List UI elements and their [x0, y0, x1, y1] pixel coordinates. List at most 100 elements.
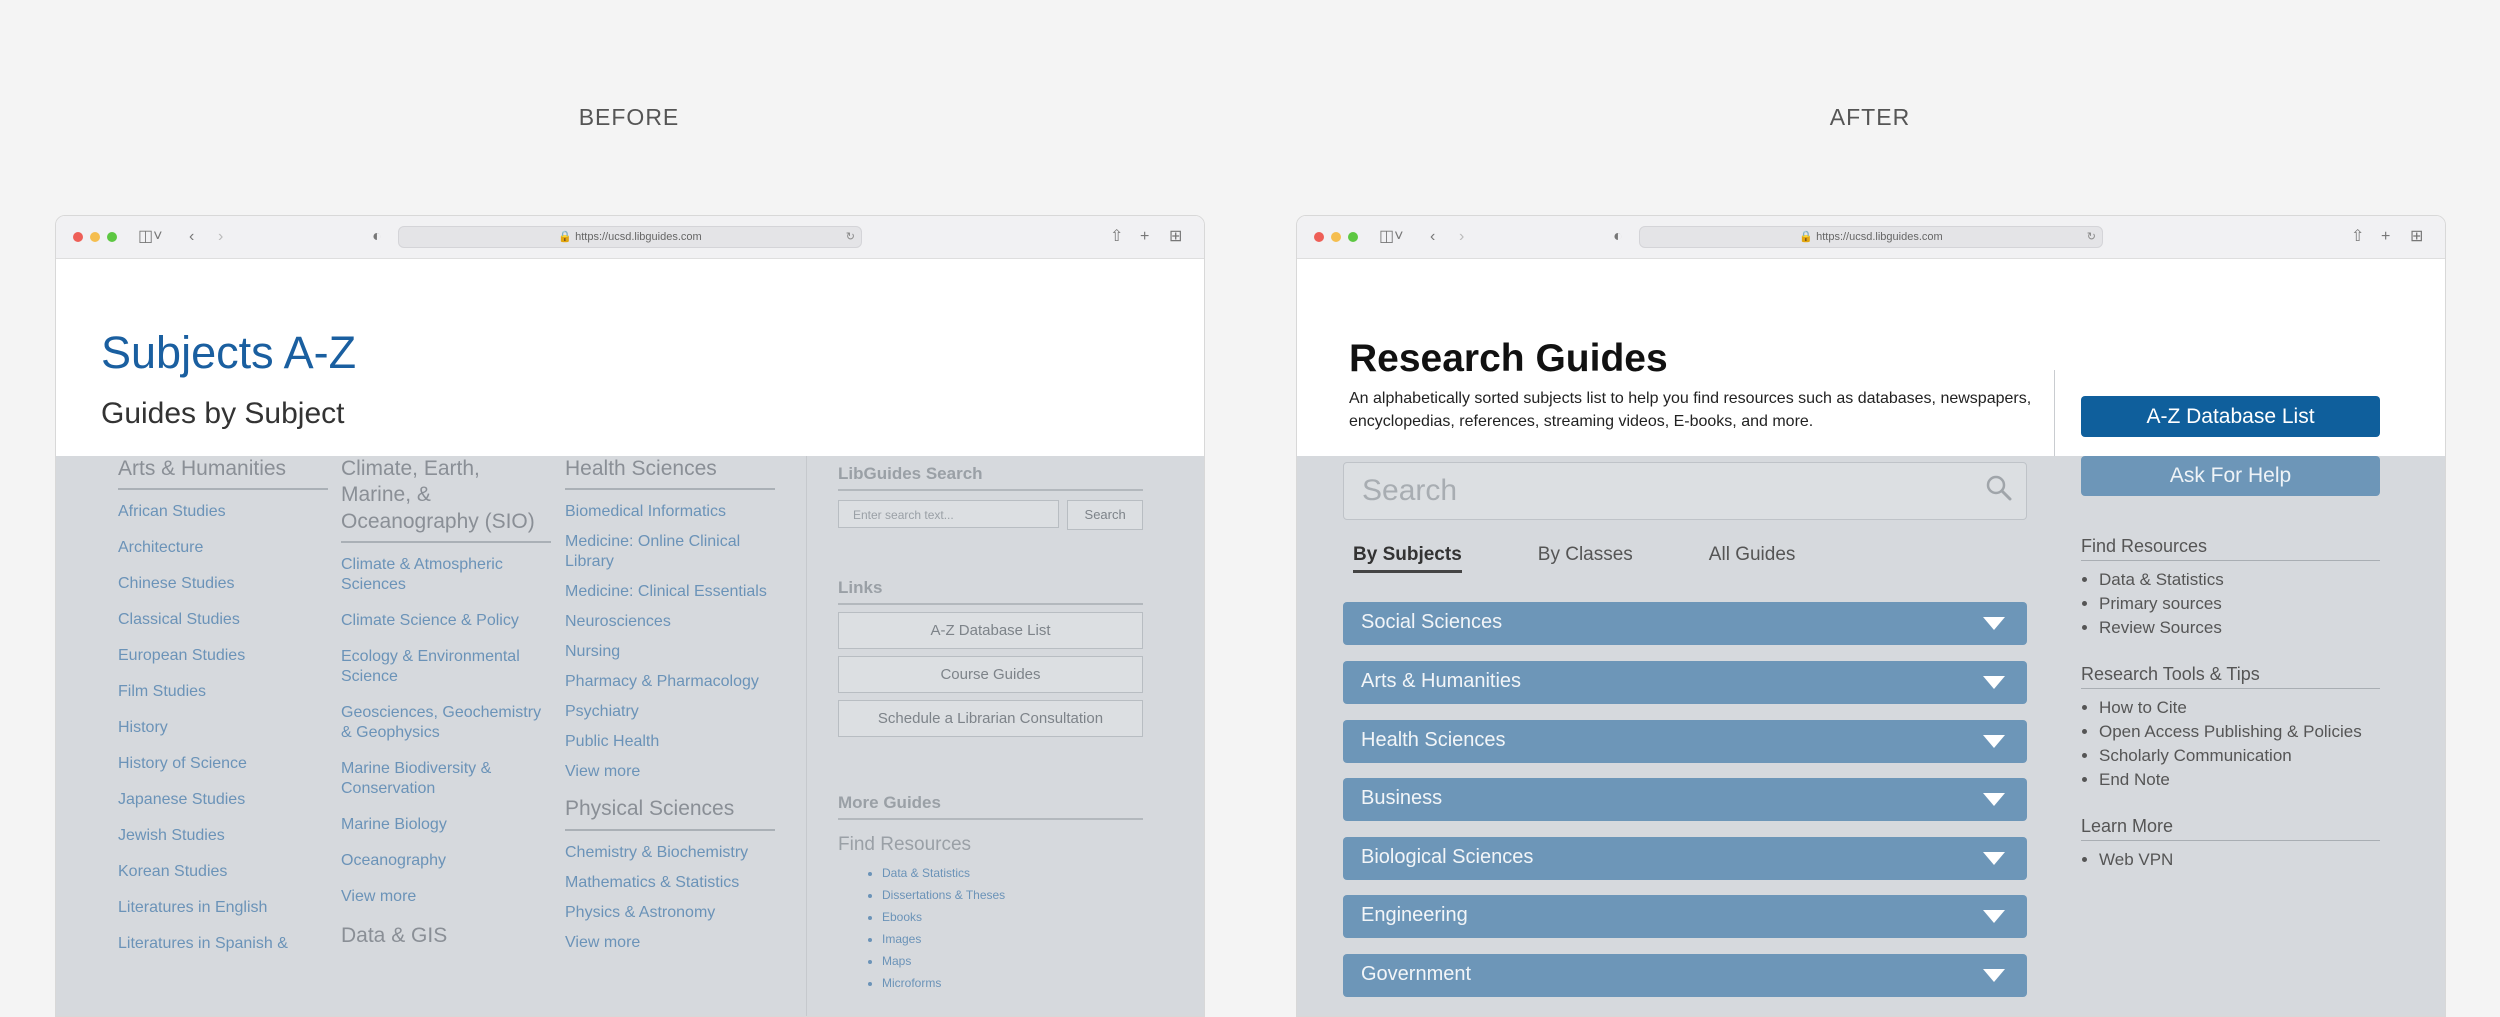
- address-bar[interactable]: 🔒 https://ucsd.libguides.com ↻: [398, 226, 862, 248]
- forward-arrow-icon[interactable]: ›: [218, 227, 223, 247]
- subject-link[interactable]: Jewish Studies: [118, 826, 328, 846]
- subject-link[interactable]: Film Studies: [118, 682, 328, 702]
- subject-link[interactable]: Marine Biology: [341, 815, 551, 835]
- back-arrow-icon[interactable]: ‹: [189, 227, 194, 247]
- tab-overview-icon[interactable]: ⊞: [2410, 227, 2423, 247]
- subject-link[interactable]: Korean Studies: [118, 862, 328, 882]
- list-item[interactable]: Images: [882, 932, 1143, 946]
- search-field[interactable]: Search: [1343, 462, 2027, 520]
- subject-link[interactable]: Neurosciences: [565, 612, 775, 632]
- sidebar-toggle-icon[interactable]: ◫˅: [138, 227, 162, 247]
- accordion-business[interactable]: Business: [1343, 778, 2027, 821]
- subject-link[interactable]: Climate Science & Policy: [341, 611, 551, 631]
- address-bar[interactable]: 🔒 https://ucsd.libguides.com ↻: [1639, 226, 2103, 248]
- reload-icon[interactable]: ↻: [2087, 227, 2096, 247]
- subject-link[interactable]: Medicine: Clinical Essentials: [565, 582, 775, 602]
- subject-link[interactable]: Medicine: Online Clinical Library: [565, 532, 775, 572]
- schedule-consultation-button[interactable]: Schedule a Librarian Consultation: [838, 700, 1143, 737]
- subject-link[interactable]: Psychiatry: [565, 702, 775, 722]
- search-button[interactable]: Search: [1067, 500, 1143, 530]
- subject-link[interactable]: Geosciences, Geochemistry & Geophysics: [341, 703, 551, 743]
- subject-link[interactable]: Mathematics & Statistics: [565, 873, 775, 893]
- subject-link[interactable]: Biomedical Informatics: [565, 502, 775, 522]
- new-tab-icon[interactable]: +: [2381, 227, 2390, 247]
- subject-link[interactable]: Chinese Studies: [118, 574, 328, 594]
- accordion-health-sciences[interactable]: Health Sciences: [1343, 720, 2027, 763]
- list-item[interactable]: Review Sources: [2099, 616, 2380, 640]
- list-item[interactable]: Data & Statistics: [882, 866, 1143, 880]
- az-database-list-button[interactable]: A-Z Database List: [838, 612, 1143, 649]
- accordion-social-sciences[interactable]: Social Sciences: [1343, 602, 2027, 645]
- reload-icon[interactable]: ↻: [846, 227, 855, 247]
- minimize-window-dot[interactable]: [90, 232, 100, 242]
- find-resources-list: Data & Statistics Primary sources Review…: [2081, 568, 2380, 640]
- share-icon[interactable]: ⇧: [2351, 227, 2364, 247]
- research-tools-heading: Research Tools & Tips: [2081, 664, 2380, 689]
- tab-by-subjects[interactable]: By Subjects: [1353, 544, 1462, 573]
- subject-link[interactable]: European Studies: [118, 646, 328, 666]
- subject-link[interactable]: History: [118, 718, 328, 738]
- subject-link[interactable]: Public Health: [565, 732, 775, 752]
- tab-overview-icon[interactable]: ⊞: [1169, 227, 1182, 247]
- learn-more-list: Web VPN: [2081, 848, 2380, 872]
- subject-link[interactable]: Literatures in Spanish &: [118, 934, 328, 954]
- list-item[interactable]: Primary sources: [2099, 592, 2380, 616]
- subject-link[interactable]: Physics & Astronomy: [565, 903, 775, 923]
- share-icon[interactable]: ⇧: [1110, 227, 1123, 247]
- subject-link[interactable]: Classical Studies: [118, 610, 328, 630]
- ask-for-help-button[interactable]: Ask For Help: [2081, 456, 2380, 496]
- tab-all-guides[interactable]: All Guides: [1709, 544, 1796, 573]
- subject-link[interactable]: Chemistry & Biochemistry: [565, 843, 775, 863]
- subject-link[interactable]: Ecology & Environmental Science: [341, 647, 551, 687]
- accordion-label: Health Sciences: [1361, 729, 1506, 751]
- privacy-shield-icon[interactable]: ◐: [1613, 227, 1623, 247]
- list-item[interactable]: Web VPN: [2099, 848, 2380, 872]
- zoom-window-dot[interactable]: [107, 232, 117, 242]
- minimize-window-dot[interactable]: [1331, 232, 1341, 242]
- forward-arrow-icon[interactable]: ›: [1459, 227, 1464, 247]
- sidebar-toggle-icon[interactable]: ◫˅: [1379, 227, 1403, 247]
- subject-link[interactable]: Architecture: [118, 538, 328, 558]
- subject-link[interactable]: Nursing: [565, 642, 775, 662]
- accordion-biological-sciences[interactable]: Biological Sciences: [1343, 837, 2027, 880]
- accordion-engineering[interactable]: Engineering: [1343, 895, 2027, 938]
- list-item[interactable]: End Note: [2099, 768, 2380, 792]
- tab-by-classes[interactable]: By Classes: [1538, 544, 1633, 573]
- new-tab-icon[interactable]: +: [1140, 227, 1149, 247]
- subject-link[interactable]: Japanese Studies: [118, 790, 328, 810]
- accordion-government[interactable]: Government: [1343, 954, 2027, 997]
- view-more-link[interactable]: View more: [565, 933, 775, 953]
- view-more-link[interactable]: View more: [341, 887, 551, 907]
- accordion-arts-humanities[interactable]: Arts & Humanities: [1343, 661, 2027, 704]
- subject-link[interactable]: Marine Biodiversity & Conservation: [341, 759, 551, 799]
- search-input[interactable]: Enter search text...: [838, 500, 1060, 528]
- subject-link[interactable]: African Studies: [118, 502, 328, 522]
- close-window-dot[interactable]: [1314, 232, 1324, 242]
- list-item[interactable]: Maps: [882, 954, 1143, 968]
- list-item[interactable]: How to Cite: [2099, 696, 2380, 720]
- privacy-shield-icon[interactable]: ◐: [372, 227, 382, 247]
- subject-link[interactable]: Pharmacy & Pharmacology: [565, 672, 775, 692]
- chevron-down-icon: [1983, 852, 2005, 865]
- chevron-down-icon: [1983, 617, 2005, 630]
- chevron-down-icon: [1983, 676, 2005, 689]
- back-arrow-icon[interactable]: ‹: [1430, 227, 1435, 247]
- browser-toolbar: ◫˅ ‹ › ◐ 🔒 https://ucsd.libguides.com ↻ …: [1297, 216, 2445, 259]
- close-window-dot[interactable]: [73, 232, 83, 242]
- list-item[interactable]: Data & Statistics: [2099, 568, 2380, 592]
- search-icon[interactable]: [1986, 475, 2012, 501]
- list-item[interactable]: Scholarly Communication: [2099, 744, 2380, 768]
- course-guides-button[interactable]: Course Guides: [838, 656, 1143, 693]
- list-item[interactable]: Dissertations & Theses: [882, 888, 1143, 902]
- subject-link[interactable]: History of Science: [118, 754, 328, 774]
- column-heading-data-gis: Data & GIS: [341, 923, 448, 947]
- subject-link[interactable]: Oceanography: [341, 851, 551, 871]
- subject-link[interactable]: Climate & Atmospheric Sciences: [341, 555, 551, 595]
- view-more-link[interactable]: View more: [565, 762, 775, 782]
- zoom-window-dot[interactable]: [1348, 232, 1358, 242]
- az-database-list-button[interactable]: A-Z Database List: [2081, 396, 2380, 437]
- list-item[interactable]: Open Access Publishing & Policies: [2099, 720, 2380, 744]
- subject-link[interactable]: Literatures in English: [118, 898, 328, 918]
- list-item[interactable]: Ebooks: [882, 910, 1143, 924]
- list-item[interactable]: Microforms: [882, 976, 1143, 990]
